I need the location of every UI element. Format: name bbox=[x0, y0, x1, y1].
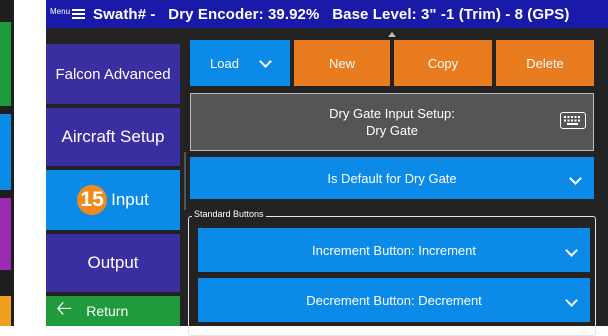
nav-input[interactable]: 15 Input bbox=[46, 170, 180, 230]
arrow-left-icon: 🡠 bbox=[56, 298, 73, 320]
decrement-dropdown-label: Decrement Button: Decrement bbox=[306, 292, 482, 308]
nav-label: Input bbox=[111, 190, 149, 209]
setup-title: Dry Gate Input Setup: bbox=[329, 106, 455, 121]
load-label: Load bbox=[210, 55, 239, 71]
chevron-down-icon bbox=[259, 54, 272, 68]
menu-label[interactable]: Menu bbox=[50, 7, 70, 16]
left-strip-orange[interactable] bbox=[0, 296, 11, 326]
step-badge: 15 bbox=[77, 185, 108, 215]
chevron-down-icon bbox=[565, 244, 578, 257]
decrement-button-dropdown[interactable]: Decrement Button: Decrement bbox=[198, 278, 590, 322]
copy-button[interactable]: Copy bbox=[394, 40, 492, 86]
delete-button[interactable]: Delete bbox=[496, 40, 594, 86]
separator-gap bbox=[14, 0, 46, 326]
keyboard-icon[interactable] bbox=[560, 112, 586, 129]
scroll-up-icon[interactable] bbox=[388, 32, 396, 37]
return-label: Return bbox=[86, 303, 129, 319]
input-setup-panel[interactable]: Dry Gate Input Setup: Dry Gate bbox=[190, 93, 594, 151]
nav-aircraft-setup[interactable]: Aircraft Setup bbox=[46, 108, 180, 166]
setup-subtitle: Dry Gate bbox=[365, 123, 418, 138]
nav-label: Falcon Advanced bbox=[55, 65, 171, 83]
default-dropdown-label: Is Default for Dry Gate bbox=[327, 170, 457, 186]
increment-dropdown-label: Increment Button: Increment bbox=[311, 242, 477, 258]
new-label: New bbox=[328, 55, 355, 71]
title-bar: Menu Swath# - Dry Encoder: 39.92% Base L… bbox=[46, 0, 608, 28]
chevron-down-icon bbox=[565, 294, 578, 307]
return-button[interactable]: 🡠 Return bbox=[46, 296, 180, 326]
page-title: Swath# - Dry Encoder: 39.92% Base Level:… bbox=[93, 5, 570, 23]
copy-label: Copy bbox=[427, 55, 459, 71]
delete-label: Delete bbox=[526, 55, 564, 71]
hamburger-menu-icon[interactable] bbox=[72, 9, 86, 19]
left-strip-green[interactable] bbox=[0, 22, 11, 106]
left-strip-purple[interactable] bbox=[0, 198, 11, 270]
nav-output[interactable]: Output bbox=[46, 234, 180, 292]
group-label: Standard Buttons bbox=[192, 209, 266, 219]
new-button[interactable]: New bbox=[294, 40, 390, 86]
scroll-divider bbox=[184, 152, 186, 210]
chevron-down-icon bbox=[569, 172, 582, 185]
left-strip-blue[interactable] bbox=[0, 114, 11, 190]
increment-button-dropdown[interactable]: Increment Button: Increment bbox=[198, 228, 590, 272]
default-dropdown[interactable]: Is Default for Dry Gate bbox=[190, 157, 594, 199]
nav-label: Aircraft Setup bbox=[61, 127, 165, 146]
nav-label: Output bbox=[87, 253, 139, 272]
load-button[interactable]: Load bbox=[190, 40, 290, 86]
nav-falcon-advanced[interactable]: Falcon Advanced bbox=[46, 44, 180, 104]
